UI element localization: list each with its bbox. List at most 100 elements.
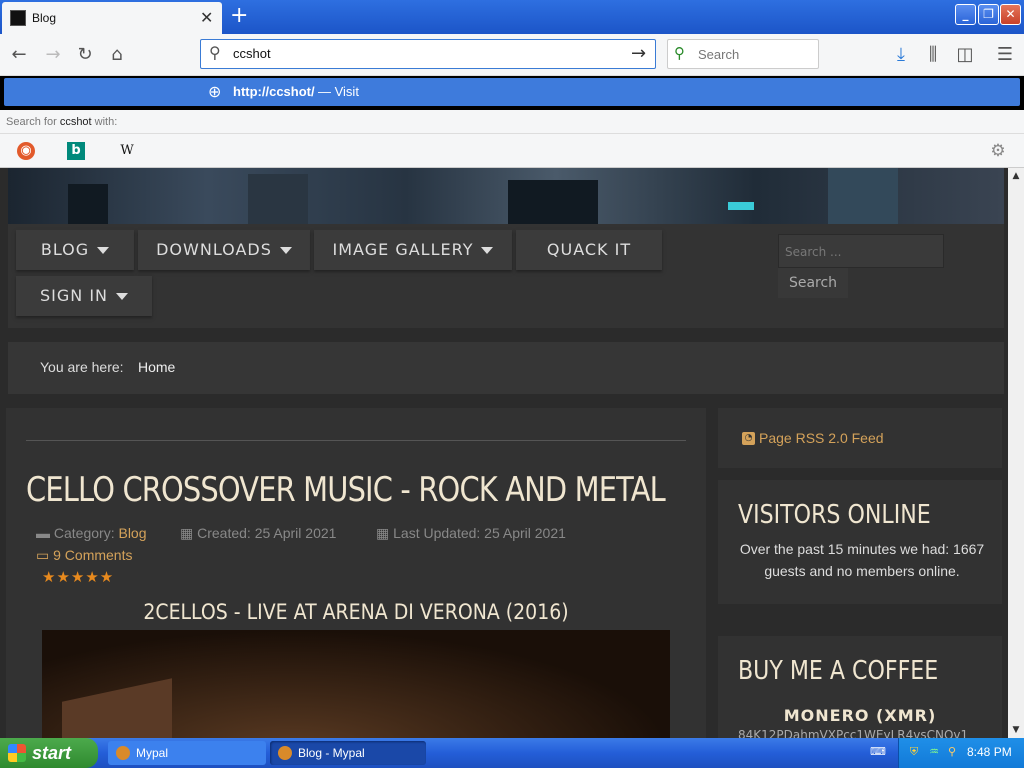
forward-icon[interactable]: → bbox=[40, 42, 66, 68]
comments-link[interactable]: ▭ 9 Comments bbox=[36, 547, 132, 564]
caret-down-icon bbox=[116, 293, 128, 300]
download-icon[interactable]: ⤓ bbox=[888, 42, 914, 68]
article: CELLO CROSSOVER MUSIC - ROCK AND METAL ▬… bbox=[6, 408, 706, 738]
breadcrumb-home[interactable]: Home bbox=[138, 359, 175, 375]
settings-gear-icon[interactable]: ⚙ bbox=[989, 142, 1007, 160]
calendar-icon: ▦ bbox=[376, 525, 390, 541]
divider bbox=[26, 440, 686, 441]
created-date: Created: 25 April 2021 bbox=[197, 525, 337, 541]
updated-date: Last Updated: 25 April 2021 bbox=[393, 525, 566, 541]
tab-title: Blog bbox=[32, 11, 57, 25]
search-tray-icon[interactable]: ⚲ bbox=[945, 745, 959, 759]
comments-count: 9 Comments bbox=[53, 547, 133, 563]
search-for-prefix: Search for bbox=[6, 116, 57, 128]
tab-blog[interactable]: Blog ✕ bbox=[2, 2, 222, 34]
video-thumbnail bbox=[62, 678, 172, 738]
bing-icon[interactable]: b bbox=[67, 142, 85, 160]
system-tray: ⛨ ♒ ⚲ 8:48 PM bbox=[898, 738, 1024, 768]
task-blog-mypal[interactable]: Blog - Mypal bbox=[270, 741, 426, 765]
menu-blog[interactable]: BLOG bbox=[16, 230, 134, 270]
site-main-menu: BLOG DOWNLOADS IMAGE GALLERY QUACK IT SI… bbox=[8, 224, 1004, 328]
breadcrumb: You are here: Home bbox=[8, 342, 1004, 394]
search-placeholder: Search bbox=[698, 47, 740, 62]
created-meta: ▦ Created: 25 April 2021 bbox=[180, 525, 336, 542]
wikipedia-icon[interactable]: W bbox=[118, 142, 136, 160]
task-label: Mypal bbox=[136, 746, 169, 760]
task-mypal[interactable]: Mypal bbox=[108, 741, 266, 765]
rss-icon: ◔ bbox=[742, 432, 755, 445]
suggestion-action: — Visit bbox=[318, 84, 359, 99]
search-icon: ⚲ bbox=[209, 43, 221, 62]
category-meta: ▬ Category: Blog bbox=[36, 525, 147, 541]
taskbar: start Mypal Blog - Mypal ⌨ ⛨ ♒ ⚲ 8:48 PM bbox=[0, 738, 1024, 768]
shield-icon[interactable]: ⛨ bbox=[907, 745, 921, 759]
monero-address: 84K12PDahmVXPcc1WEyLR4vsCNQv1 bbox=[738, 728, 969, 738]
url-suggestion[interactable]: ⊕ http://ccshot/ — Visit bbox=[4, 78, 1020, 106]
sidebar-icon[interactable]: ◫ bbox=[952, 42, 978, 68]
coffee-widget: BUY ME A COFFEE MONERO (XMR) 84K12PDahmV… bbox=[718, 636, 1002, 738]
back-icon[interactable]: ← bbox=[6, 42, 32, 68]
duckduckgo-icon[interactable]: ◉ bbox=[17, 142, 35, 160]
globe-icon: ⊕ bbox=[208, 82, 222, 101]
comment-icon: ▭ bbox=[36, 547, 50, 563]
caret-down-icon bbox=[481, 247, 494, 254]
star-rating[interactable]: ★★★★★ bbox=[42, 568, 114, 586]
restore-button[interactable]: ❐ bbox=[978, 4, 999, 25]
category-label: Category: bbox=[53, 525, 115, 541]
start-label: start bbox=[32, 743, 72, 763]
visitors-text: Over the past 15 minutes we had: 1667 gu… bbox=[739, 541, 985, 579]
keyboard-icon[interactable]: ⌨ bbox=[870, 745, 886, 759]
search-for-row: Search for ccshot with: bbox=[0, 110, 1024, 134]
minimize-button[interactable]: _ bbox=[955, 4, 976, 25]
breadcrumb-label: You are here: bbox=[40, 359, 124, 375]
site-search-input[interactable]: Search ... bbox=[778, 234, 944, 268]
mypal-icon bbox=[278, 746, 292, 760]
rss-link[interactable]: Page RSS 2.0 Feed bbox=[759, 430, 884, 446]
page-scrollbar[interactable]: ▲ ▼ bbox=[1008, 168, 1024, 738]
web-page: BLOG DOWNLOADS IMAGE GALLERY QUACK IT SI… bbox=[0, 168, 1008, 738]
home-icon[interactable]: ⌂ bbox=[104, 42, 130, 68]
caret-down-icon bbox=[279, 247, 292, 254]
menu-icon[interactable]: ☰ bbox=[992, 42, 1018, 68]
menu-downloads[interactable]: DOWNLOADS bbox=[138, 230, 310, 270]
search-plus-icon: ⚲ bbox=[674, 44, 685, 62]
video-title: 2CELLOS - LIVE AT ARENA DI VERONA (2016) bbox=[143, 600, 569, 624]
close-tab-icon[interactable]: ✕ bbox=[200, 8, 213, 27]
url-input[interactable]: ccshot bbox=[233, 46, 271, 61]
window-close-button[interactable]: ✕ bbox=[1000, 4, 1021, 25]
menu-quack-it[interactable]: QUACK IT bbox=[516, 230, 662, 270]
windows-logo-icon bbox=[8, 744, 26, 762]
category-link[interactable]: Blog bbox=[118, 525, 146, 541]
menu-label: DOWNLOADS bbox=[156, 240, 272, 259]
menu-sign-in[interactable]: SIGN IN bbox=[16, 276, 152, 316]
task-label: Blog - Mypal bbox=[298, 746, 365, 760]
article-title[interactable]: CELLO CROSSOVER MUSIC - ROCK AND METAL bbox=[26, 470, 666, 510]
scroll-up-icon[interactable]: ▲ bbox=[1008, 168, 1024, 184]
visitors-widget: VISITORS ONLINE Over the past 15 minutes… bbox=[718, 480, 1002, 604]
reload-icon[interactable]: ↻ bbox=[72, 42, 98, 68]
network-icon[interactable]: ♒ bbox=[927, 745, 941, 759]
favicon-icon bbox=[10, 10, 26, 26]
video-player[interactable] bbox=[42, 630, 670, 738]
scroll-down-icon[interactable]: ▼ bbox=[1008, 722, 1024, 738]
suggestion-url: http://ccshot/ bbox=[233, 84, 315, 99]
search-engines-row: ◉ b W ⚙ bbox=[0, 134, 1024, 168]
search-for-suffix: with: bbox=[94, 116, 118, 128]
menu-label: BLOG bbox=[40, 240, 90, 259]
browser-search-box[interactable]: ⚲ Search bbox=[667, 39, 819, 69]
menu-label: SIGN IN bbox=[39, 286, 108, 305]
updated-meta: ▦ Last Updated: 25 April 2021 bbox=[376, 525, 566, 542]
clock: 8:48 PM bbox=[967, 745, 1012, 759]
monero-label: MONERO (XMR) bbox=[783, 706, 937, 725]
site-search-button[interactable]: Search bbox=[778, 268, 848, 298]
new-tab-button[interactable]: + bbox=[230, 3, 248, 28]
library-icon[interactable]: ⫼ bbox=[920, 42, 946, 68]
go-arrow-icon[interactable]: → bbox=[631, 43, 646, 64]
address-bar[interactable]: ⚲ ccshot → bbox=[200, 39, 656, 69]
rss-widget: ◔ Page RSS 2.0 Feed bbox=[718, 408, 1002, 468]
menu-image-gallery[interactable]: IMAGE GALLERY bbox=[314, 230, 512, 270]
search-for-term: ccshot bbox=[59, 116, 92, 128]
calendar-icon: ▦ bbox=[180, 525, 194, 541]
visitors-title: VISITORS ONLINE bbox=[738, 500, 931, 530]
start-button[interactable]: start bbox=[0, 738, 98, 768]
